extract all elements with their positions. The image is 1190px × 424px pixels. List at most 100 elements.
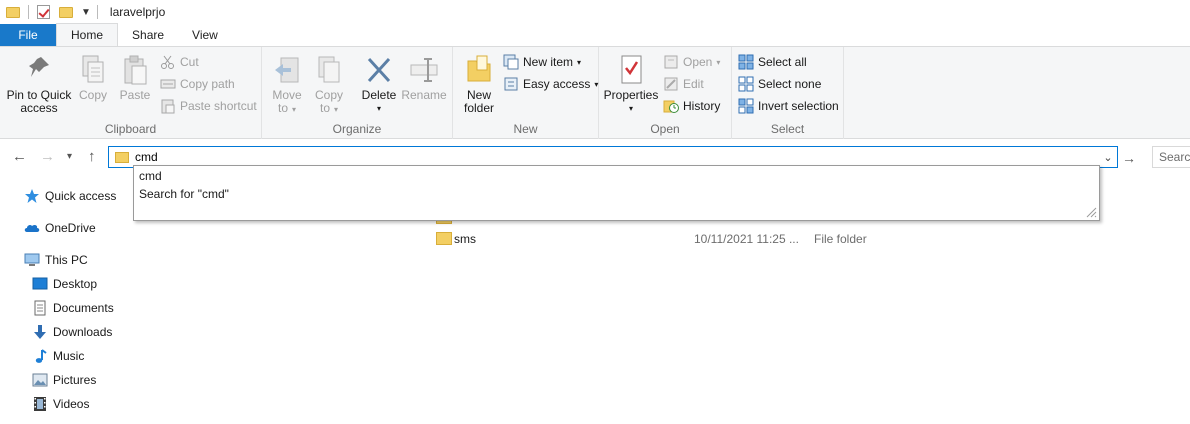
documents-icon xyxy=(32,300,48,316)
select-none-button[interactable]: Select none xyxy=(738,74,821,94)
open-chevron-icon: ▾ xyxy=(716,57,721,67)
tab-file[interactable]: File xyxy=(0,24,56,46)
folder-icon xyxy=(115,151,129,163)
delete-chevron-icon: ▾ xyxy=(376,104,381,113)
nav-pictures[interactable]: Pictures xyxy=(32,370,96,390)
star-icon xyxy=(24,188,40,204)
nav-downloads[interactable]: Downloads xyxy=(32,322,112,342)
customize-toolbar-chevron-icon[interactable]: ▼ xyxy=(81,7,91,18)
ribbon: Pin to Quick access Copy Paste Cut Copy … xyxy=(0,46,1190,139)
open-button[interactable]: Open ▾ xyxy=(663,52,720,72)
recent-locations-chevron-icon[interactable]: ▾ xyxy=(67,151,72,162)
edit-icon xyxy=(663,76,679,92)
copy-to-icon xyxy=(313,53,345,87)
delete-x-icon xyxy=(363,53,395,87)
nav-quick-access-label: Quick access xyxy=(45,189,117,203)
delete-label: Delete xyxy=(361,88,397,102)
computer-icon xyxy=(24,252,40,268)
nav-documents[interactable]: Documents xyxy=(32,298,114,318)
open-group: Properties ▾ Open ▾ Edit History Open xyxy=(599,47,732,139)
edit-button[interactable]: Edit xyxy=(663,74,704,94)
cloud-icon xyxy=(24,220,40,236)
new-folder-icon[interactable] xyxy=(59,6,73,18)
address-history-chevron-icon[interactable]: ⌄ xyxy=(1099,151,1117,164)
nav-onedrive-label: OneDrive xyxy=(45,221,96,235)
nav-videos[interactable]: Videos xyxy=(32,394,89,414)
rename-button[interactable]: Rename xyxy=(401,53,447,102)
select-group-label: Select xyxy=(770,122,805,136)
address-input[interactable] xyxy=(135,148,1099,166)
up-arrow-icon[interactable]: ↑ xyxy=(88,148,96,165)
cut-label: Cut xyxy=(180,55,199,69)
nav-downloads-label: Downloads xyxy=(53,325,113,339)
easy-access-button[interactable]: Easy access ▾ xyxy=(503,74,598,94)
quick-access-toolbar: ▼ xyxy=(6,5,98,19)
properties-check-icon xyxy=(615,53,647,87)
rename-icon xyxy=(408,53,440,87)
select-group: Select all Select none Invert selection … xyxy=(732,47,844,139)
delete-button[interactable]: Delete ▾ xyxy=(360,53,398,115)
folder-icon xyxy=(436,232,452,245)
new-folder-button[interactable]: New folder xyxy=(459,53,499,115)
list-item[interactable]: sms 10/11/2021 11:25 ... File folder xyxy=(418,228,1190,250)
paste-shortcut-button[interactable]: Paste shortcut xyxy=(160,96,257,116)
copy-path-button[interactable]: Copy path xyxy=(160,74,235,94)
properties-check-icon[interactable] xyxy=(37,5,50,19)
clipboard-group-label: Clipboard xyxy=(104,122,157,136)
edit-label: Edit xyxy=(683,77,704,91)
back-arrow-icon[interactable]: ← xyxy=(12,148,27,165)
nav-this-pc[interactable]: This PC xyxy=(24,250,88,270)
tab-view[interactable]: View xyxy=(178,24,232,46)
title-bar: ▼ laravelprjo xyxy=(0,0,1190,24)
easy-access-icon xyxy=(503,76,519,92)
clipboard-group: Pin to Quick access Copy Paste Cut Copy … xyxy=(0,47,262,139)
search-box[interactable]: Searc xyxy=(1152,146,1190,168)
copy-button[interactable]: Copy xyxy=(76,53,110,102)
properties-label: Properties xyxy=(603,88,659,102)
paste-button[interactable]: Paste xyxy=(118,53,152,102)
move-to-icon xyxy=(271,53,303,87)
go-arrow-icon[interactable]: → xyxy=(1122,150,1138,166)
tab-home[interactable]: Home xyxy=(56,23,119,46)
new-item-label: New item xyxy=(523,55,574,69)
tab-share[interactable]: Share xyxy=(118,24,178,46)
pin-to-quick-access-button[interactable]: Pin to Quick access xyxy=(4,53,74,115)
cut-button[interactable]: Cut xyxy=(160,52,199,72)
history-button[interactable]: History xyxy=(663,96,720,116)
file-date-modified: 10/11/2021 11:25 ... xyxy=(694,232,799,246)
nav-onedrive[interactable]: OneDrive xyxy=(24,218,96,238)
rename-label: Rename xyxy=(401,88,447,102)
autocomplete-search-item[interactable]: Search for "cmd" xyxy=(139,187,229,201)
resize-grip-icon[interactable] xyxy=(1085,206,1097,218)
new-item-button[interactable]: New item ▾ xyxy=(503,52,581,72)
invert-selection-button[interactable]: Invert selection xyxy=(738,96,839,116)
copy-label: Copy xyxy=(78,88,107,102)
film-strip-icon xyxy=(32,396,48,412)
scissors-icon xyxy=(160,54,176,70)
properties-chevron-icon: ▾ xyxy=(628,104,633,113)
nav-desktop[interactable]: Desktop xyxy=(32,274,97,294)
file-type: File folder xyxy=(814,232,867,246)
forward-arrow-icon[interactable]: → xyxy=(40,148,55,165)
copy-to-label-line2: to ▾ xyxy=(319,101,339,115)
nav-videos-label: Videos xyxy=(53,397,90,411)
music-note-icon xyxy=(32,348,48,364)
move-to-button[interactable]: Move to ▾ xyxy=(268,53,306,116)
easy-access-chevron-icon: ▾ xyxy=(594,79,599,89)
nav-pictures-label: Pictures xyxy=(53,373,97,387)
select-all-button[interactable]: Select all xyxy=(738,52,807,72)
autocomplete-item[interactable]: cmd xyxy=(139,169,162,183)
desktop-icon xyxy=(32,276,48,292)
pin-label-line2: access xyxy=(20,101,58,115)
properties-button[interactable]: Properties ▾ xyxy=(603,53,659,115)
open-group-label: Open xyxy=(650,122,680,136)
nav-music[interactable]: Music xyxy=(32,346,84,366)
organize-group: Move to ▾ Copy to ▾ Delete ▾ Rename Organi… xyxy=(262,47,453,139)
copy-icon xyxy=(77,53,109,87)
copy-to-button[interactable]: Copy to ▾ xyxy=(310,53,348,116)
new-item-icon xyxy=(503,54,519,70)
window-title: laravelprjo xyxy=(109,5,166,19)
open-label: Open xyxy=(683,55,713,69)
nav-desktop-label: Desktop xyxy=(53,277,98,291)
nav-quick-access[interactable]: Quick access xyxy=(24,186,116,206)
